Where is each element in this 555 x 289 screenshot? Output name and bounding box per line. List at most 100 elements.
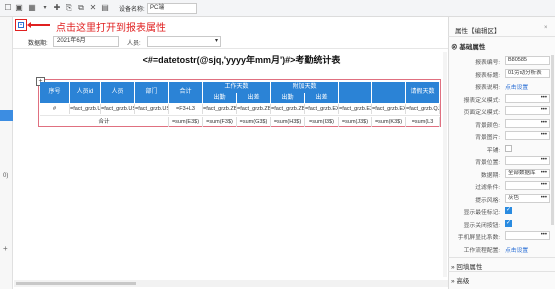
more-icon[interactable]: ••• [541, 232, 547, 238]
section-macro-label: 回填属性 [456, 264, 483, 271]
cell-sum-k[interactable]: =sum(K3$) [372, 117, 406, 127]
more-icon[interactable]: ••• [541, 157, 547, 163]
property-input[interactable]: ••• [505, 231, 550, 240]
header-person[interactable]: 人员 [101, 82, 135, 103]
row-divider [40, 115, 440, 116]
report-title: <#=datetostr(@sjq,'yyyy年mm月')#>考勤统计表 [142, 55, 341, 65]
cell-sum-i[interactable]: =sum(I3$) [305, 117, 339, 127]
property-label: 报表编号: [475, 60, 500, 66]
close-icon[interactable]: × [544, 25, 548, 31]
header-total[interactable]: 合计 [169, 82, 203, 103]
section-basic[interactable]: ⊗ 基础属性 [451, 41, 485, 51]
section-advanced[interactable]: » 高级 [451, 275, 469, 285]
more-icon[interactable]: ••• [541, 95, 547, 101]
property-input[interactable]: 全部数据库 ••• [505, 168, 550, 178]
property-label: 数据期: [480, 172, 500, 179]
cell-sum-g[interactable]: =sum(G3$) [237, 117, 271, 127]
header-leave[interactable]: 请假天数 [406, 82, 440, 103]
cell-sum-f[interactable]: =sum(F3$) [203, 117, 237, 127]
property-label: 背景位置: [475, 160, 500, 166]
property-checkbox[interactable] [505, 219, 512, 227]
property-value: 灰色 [508, 194, 520, 201]
plus-icon[interactable]: + [3, 244, 8, 253]
cell-overtime-trip[interactable]: =fact_grzb.EXGS(R [339, 104, 372, 114]
property-input[interactable]: ••• [505, 93, 550, 103]
property-label: 工作流程配置: [463, 247, 500, 254]
property-link[interactable]: 点击设置 [505, 82, 528, 91]
report-properties-button[interactable]: ▪ [15, 19, 27, 31]
cell-sum-label[interactable]: 合计 [40, 117, 169, 127]
copy-icon[interactable]: ⎘ [64, 3, 74, 13]
cell-workdays-trip[interactable]: =fact_grzb.ZBGS(R [237, 104, 271, 114]
annotation-arrow [27, 22, 50, 27]
left-panel: 0) + [0, 17, 13, 289]
property-label: 过滤条件: [475, 185, 500, 191]
header-blank[interactable] [339, 82, 372, 103]
properties-scrollbar[interactable] [551, 55, 554, 225]
canvas-horizontal-scrollbar[interactable] [14, 280, 448, 287]
property-label: 报表标题: [475, 72, 500, 79]
cell-sum-j[interactable]: =sum(J3$) [339, 117, 372, 127]
cell-overtime-attend[interactable]: =fact_grzb.EXGS(R [305, 104, 339, 114]
person-input[interactable]: ▾ [147, 36, 221, 47]
grid-icon[interactable]: ▦ [27, 3, 37, 13]
header-workdays-trip[interactable]: 出差 [237, 93, 271, 103]
format-icon[interactable]: ▤ [100, 3, 110, 13]
cell-total[interactable]: =F3+L3 [169, 104, 203, 114]
scroll-thumb[interactable] [16, 282, 136, 285]
period-input[interactable]: 2021年6月 [53, 36, 119, 47]
header-workdays[interactable]: 工作天数 [203, 82, 271, 93]
header-seq[interactable]: 序号 [40, 82, 70, 103]
section-macro[interactable]: » 回填属性 [451, 261, 482, 271]
more-icon[interactable]: ••• [541, 170, 547, 176]
property-input[interactable]: ••• [505, 156, 550, 165]
property-input[interactable]: B80585 [505, 56, 550, 65]
dropdown-icon[interactable]: ▾ [40, 3, 50, 13]
cell-overtime[interactable]: =fact_grzb.ZBGS(R [271, 104, 305, 114]
cell-personid[interactable]: =fact_grzb.USERID [70, 104, 101, 114]
header-overtime-trip[interactable]: 出差 [305, 93, 339, 103]
cell-dept[interactable]: =fact_grzb.USRID [135, 104, 169, 114]
header-dept[interactable]: 部门 [135, 82, 169, 103]
more-icon[interactable]: ••• [541, 195, 547, 201]
more-icon[interactable]: ••• [541, 107, 547, 113]
property-checkbox[interactable] [505, 206, 512, 214]
new-icon[interactable]: ☐ [3, 3, 13, 13]
panel-divider-2 [448, 257, 555, 258]
save-icon[interactable]: ▣ [14, 3, 24, 13]
cell-workdays-attend[interactable]: =fact_grzb.ZBGS(F [203, 104, 237, 114]
paste-icon[interactable]: ⧉ [76, 3, 86, 13]
cell-person[interactable]: =fact_grzb.USERID [101, 104, 135, 114]
cell-seq[interactable]: # [40, 104, 70, 114]
header-personid[interactable]: 人员id [70, 82, 101, 103]
cell-sum-h[interactable]: =sum(H3$) [271, 117, 305, 127]
chevron-down-icon: ▾ [214, 38, 218, 44]
header-overtime-attend[interactable]: 出勤 [271, 93, 305, 103]
header-blank-2[interactable] [372, 82, 406, 103]
property-link[interactable]: 点击设置 [505, 245, 528, 254]
cell-extra[interactable]: =fact_grzb.EXGS(R [372, 104, 406, 114]
tool-icon[interactable]: ✚ [52, 3, 62, 13]
property-label: 平铺: [486, 147, 500, 154]
more-icon[interactable]: ••• [541, 120, 547, 126]
canvas-vertical-scrollbar[interactable] [443, 52, 447, 277]
cell-sum-l[interactable]: =sum(L3 [406, 117, 440, 127]
property-input[interactable]: ••• [505, 106, 550, 115]
property-checkbox[interactable] [505, 144, 512, 152]
property-input[interactable]: ••• [505, 181, 550, 190]
device-select[interactable]: PC端 [147, 3, 197, 14]
property-input[interactable]: ••• [505, 131, 550, 140]
period-label: 数据期: [28, 41, 48, 47]
header-workdays-attend[interactable]: 出勤 [203, 93, 237, 103]
property-input[interactable]: ••• [505, 118, 550, 128]
property-input[interactable]: 01劳动分析表 [505, 68, 550, 78]
property-input[interactable]: 灰色 ••• [505, 193, 550, 203]
property-label: 手机屏显比系数: [457, 235, 500, 241]
header-overtime[interactable]: 附加天数 [271, 82, 339, 93]
cell-sum-e[interactable]: =sum(E3$) [169, 117, 203, 127]
left-panel-active-item[interactable] [0, 110, 13, 121]
more-icon[interactable]: ••• [541, 182, 547, 188]
more-icon[interactable]: ••• [541, 132, 547, 138]
cell-leave[interactable]: =fact_grzb.QJGS(R [406, 104, 440, 114]
delete-icon[interactable]: ✕ [88, 3, 98, 13]
